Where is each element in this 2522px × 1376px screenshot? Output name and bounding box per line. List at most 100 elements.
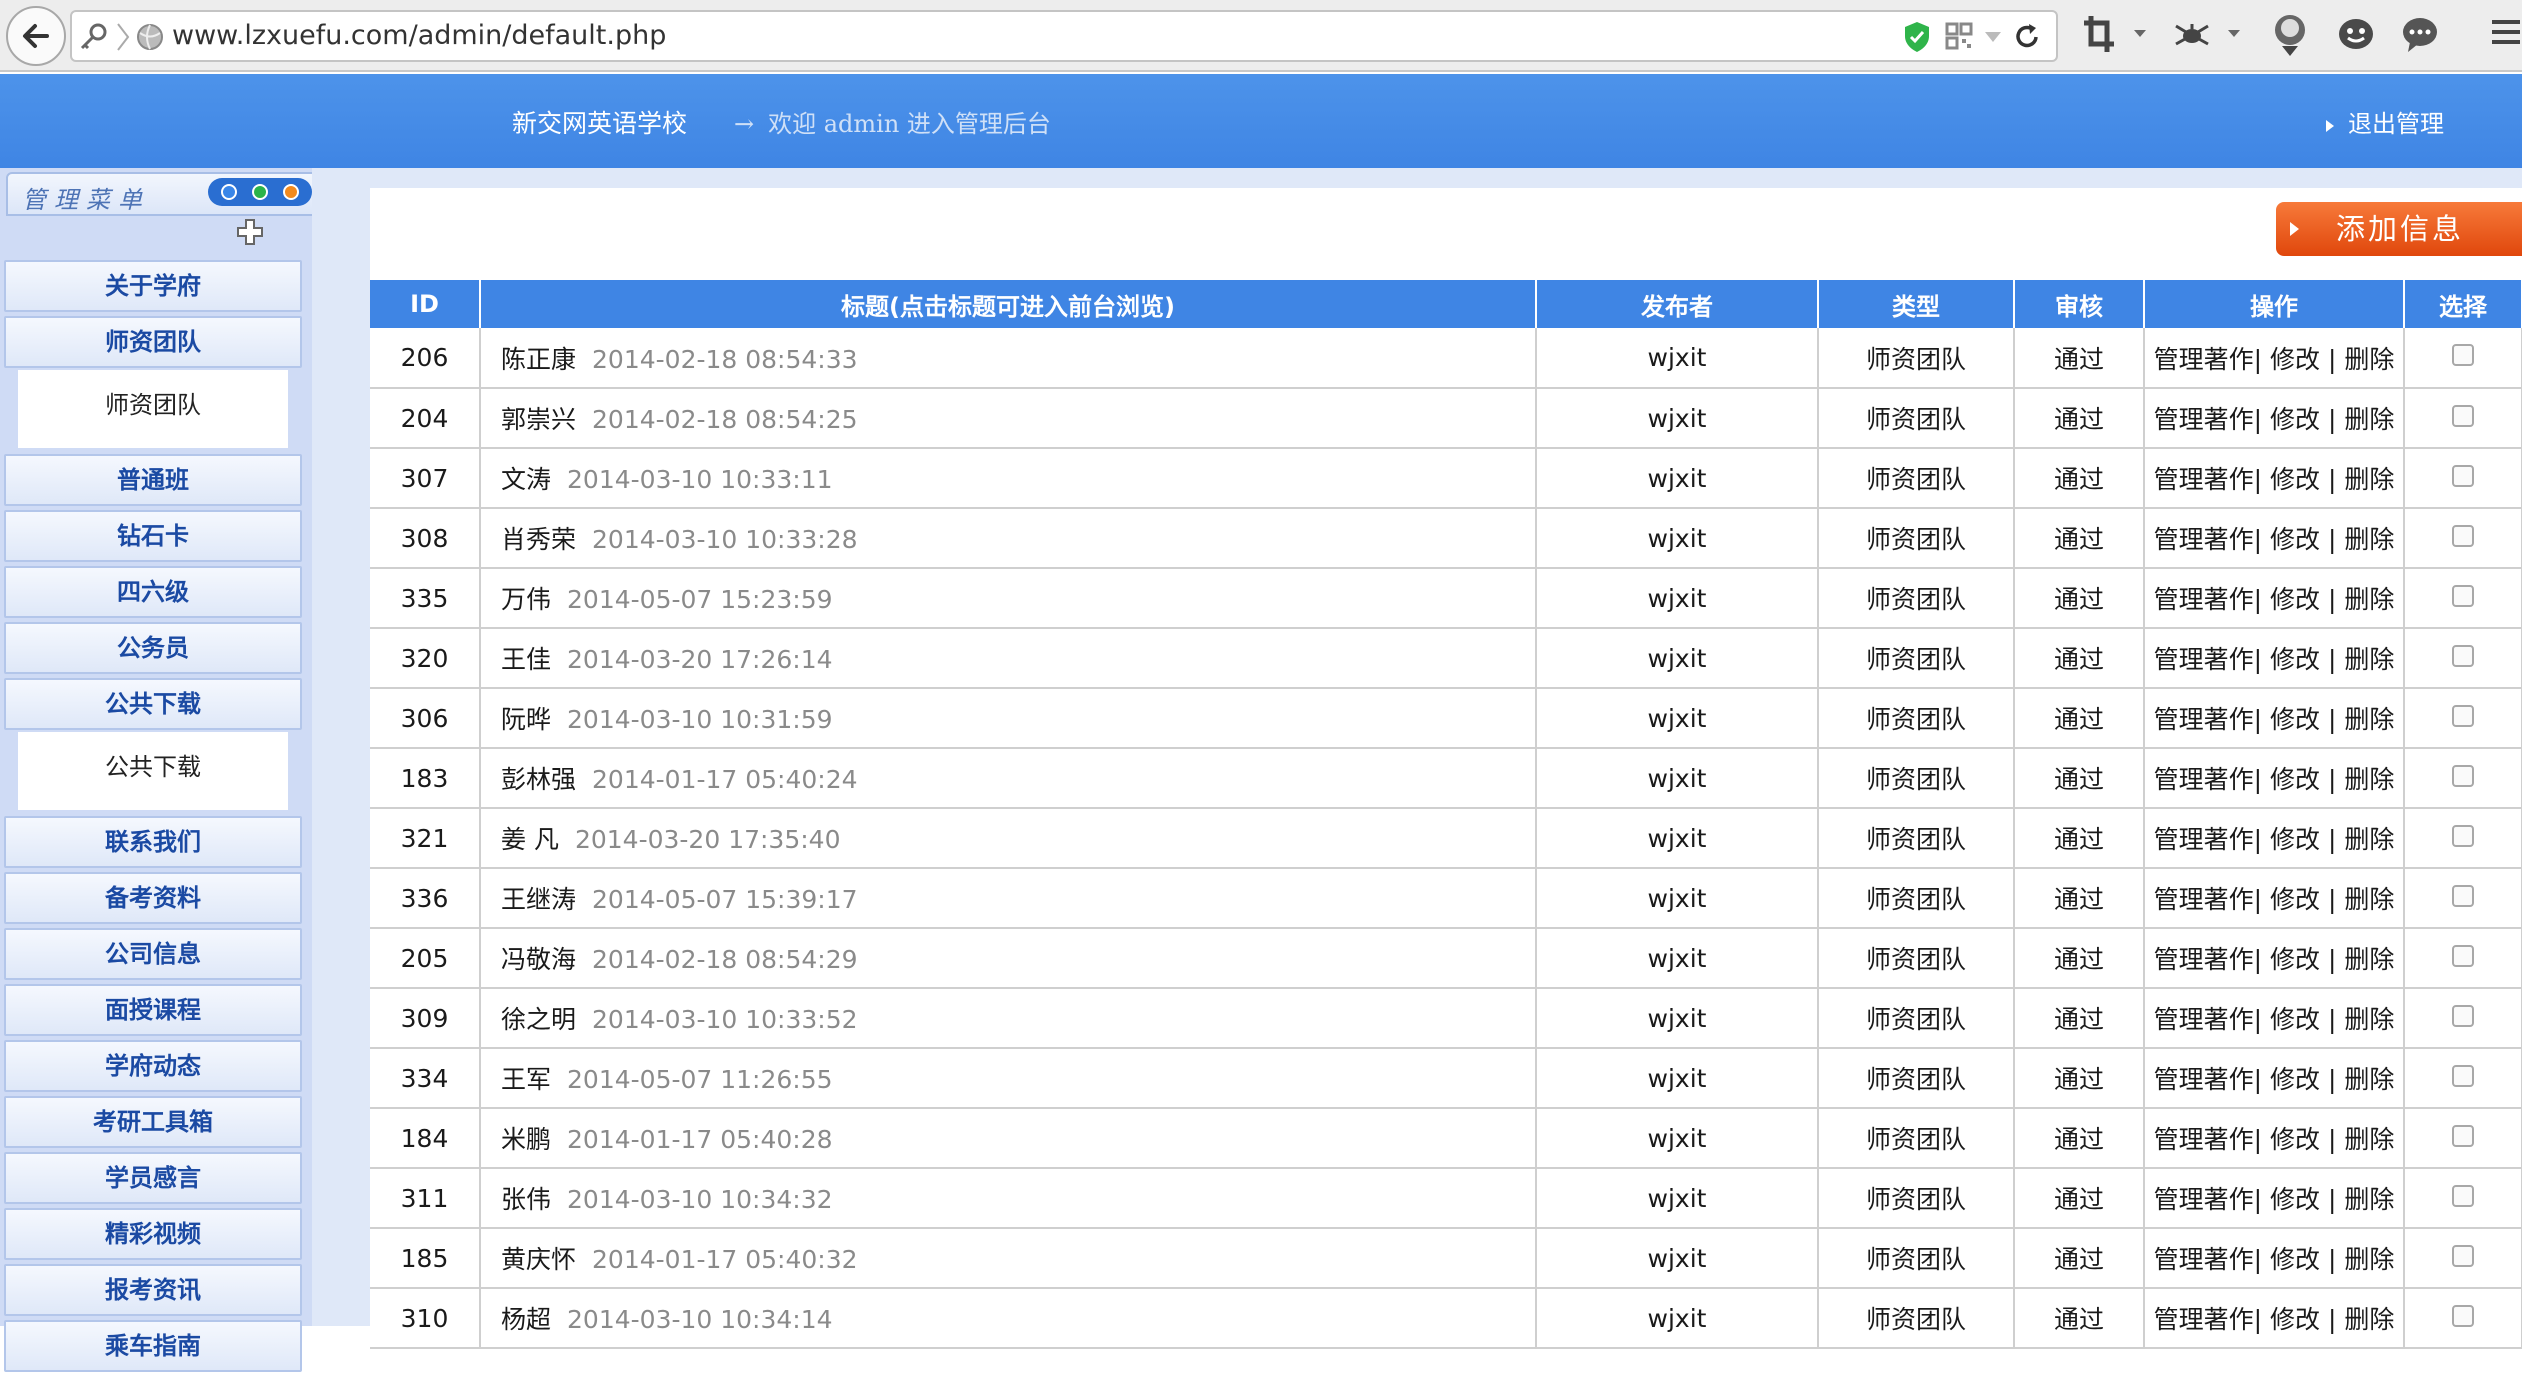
address-bar[interactable]: www.lzxuefu.com/admin/default.php [70, 10, 2058, 62]
sidebar-item[interactable]: 报考资讯 [4, 1264, 302, 1316]
row-title-name[interactable]: 文涛 [501, 465, 551, 494]
back-button[interactable] [6, 6, 66, 66]
manage-works-link[interactable]: 管理著作 [2154, 525, 2254, 554]
row-title[interactable]: 冯敬海 2014-02-18 08:54:29 [480, 928, 1537, 989]
sidebar-item[interactable]: 学府动态 [4, 1040, 302, 1092]
manage-works-link[interactable]: 管理著作 [2154, 885, 2254, 914]
sidebar-item[interactable]: 学员感言 [4, 1152, 302, 1204]
manage-works-link[interactable]: 管理著作 [2154, 645, 2254, 674]
delete-link[interactable]: 删除 [2344, 345, 2394, 374]
manage-works-link[interactable]: 管理著作 [2154, 1005, 2254, 1034]
delete-link[interactable]: 删除 [2344, 1125, 2394, 1154]
row-checkbox[interactable] [2452, 1004, 2474, 1027]
row-checkbox[interactable] [2452, 404, 2474, 427]
row-checkbox[interactable] [2452, 344, 2474, 366]
edit-link[interactable]: 修改 [2270, 945, 2320, 974]
row-checkbox[interactable] [2452, 524, 2474, 547]
row-title-name[interactable]: 张伟 [501, 1185, 551, 1214]
manage-works-link[interactable]: 管理著作 [2154, 585, 2254, 614]
sidebar-item[interactable]: 四六级 [4, 566, 302, 618]
edit-link[interactable]: 修改 [2270, 885, 2320, 914]
edit-link[interactable]: 修改 [2270, 1005, 2320, 1034]
row-title[interactable]: 阮晔 2014-03-10 10:31:59 [480, 688, 1537, 749]
row-title[interactable]: 文涛 2014-03-10 10:33:11 [480, 448, 1537, 509]
row-title-name[interactable]: 王佳 [501, 645, 551, 674]
menu-icon[interactable] [2490, 12, 2522, 56]
qrcode-icon[interactable] [1944, 20, 1974, 54]
edit-link[interactable]: 修改 [2270, 1125, 2320, 1154]
sidebar-subitem[interactable]: 公共下载 [4, 730, 302, 812]
dot-green-icon[interactable] [251, 184, 268, 200]
row-title[interactable]: 郭崇兴 2014-02-18 08:54:25 [480, 388, 1537, 449]
row-title-name[interactable]: 姜 凡 [501, 825, 559, 854]
manage-works-link[interactable]: 管理著作 [2154, 1125, 2254, 1154]
edit-link[interactable]: 修改 [2270, 1065, 2320, 1094]
edit-link[interactable]: 修改 [2270, 585, 2320, 614]
row-title-name[interactable]: 冯敬海 [501, 945, 576, 974]
sidebar-item[interactable]: 师资团队 [4, 316, 302, 368]
smiley-icon[interactable] [2336, 12, 2376, 56]
row-checkbox[interactable] [2452, 944, 2474, 967]
sidebar-item[interactable]: 乘车指南 [4, 1320, 302, 1372]
edit-link[interactable]: 修改 [2270, 345, 2320, 374]
dropdown-arrow-icon[interactable] [1982, 20, 2004, 54]
row-title[interactable]: 陈正康 2014-02-18 08:54:33 [480, 328, 1537, 389]
edit-link[interactable]: 修改 [2270, 525, 2320, 554]
manage-works-link[interactable]: 管理著作 [2154, 765, 2254, 794]
delete-link[interactable]: 删除 [2344, 1245, 2394, 1274]
row-title-name[interactable]: 徐之明 [501, 1005, 576, 1034]
row-title[interactable]: 王佳 2014-03-20 17:26:14 [480, 628, 1537, 689]
dropdown-arrow-icon[interactable] [2226, 12, 2242, 56]
dot-orange-icon[interactable] [282, 184, 299, 200]
row-title[interactable]: 杨超 2014-03-10 10:34:14 [480, 1288, 1537, 1349]
row-title-name[interactable]: 黄庆怀 [501, 1245, 576, 1274]
row-title-name[interactable]: 万伟 [501, 585, 551, 614]
manage-works-link[interactable]: 管理著作 [2154, 825, 2254, 854]
manage-works-link[interactable]: 管理著作 [2154, 405, 2254, 434]
sidebar-item[interactable]: 钻石卡 [4, 510, 302, 562]
edit-link[interactable]: 修改 [2270, 405, 2320, 434]
row-title[interactable]: 万伟 2014-05-07 15:23:59 [480, 568, 1537, 629]
sidebar-item[interactable]: 公共下载 [4, 678, 302, 730]
row-title-name[interactable]: 陈正康 [501, 345, 576, 374]
row-title-name[interactable]: 肖秀荣 [501, 525, 576, 554]
logout-label[interactable]: 退出管理 [2348, 110, 2444, 138]
sidebar-item[interactable]: 面授课程 [4, 984, 302, 1036]
shield-icon[interactable] [1902, 20, 1932, 54]
sidebar-item[interactable]: 公务员 [4, 622, 302, 674]
row-title[interactable]: 徐之明 2014-03-10 10:33:52 [480, 988, 1537, 1049]
add-info-label[interactable]: 添加信息 [2336, 212, 2464, 246]
row-title-name[interactable]: 郭崇兴 [501, 405, 576, 434]
row-title[interactable]: 彭林强 2014-01-17 05:40:24 [480, 748, 1537, 809]
edit-link[interactable]: 修改 [2270, 1305, 2320, 1334]
sidebar-item[interactable]: 公司信息 [4, 928, 302, 980]
delete-link[interactable]: 删除 [2344, 885, 2394, 914]
dropdown-arrow-icon[interactable] [2132, 12, 2148, 56]
row-checkbox[interactable] [2452, 1244, 2474, 1267]
row-checkbox[interactable] [2452, 884, 2474, 907]
row-title-name[interactable]: 米鹏 [501, 1125, 551, 1154]
edit-link[interactable]: 修改 [2270, 705, 2320, 734]
delete-link[interactable]: 删除 [2344, 585, 2394, 614]
sidebar-item[interactable]: 备考资料 [4, 872, 302, 924]
delete-link[interactable]: 删除 [2344, 645, 2394, 674]
reload-icon[interactable] [2012, 20, 2042, 54]
row-title[interactable]: 米鹏 2014-01-17 05:40:28 [480, 1108, 1537, 1169]
delete-link[interactable]: 删除 [2344, 525, 2394, 554]
row-checkbox[interactable] [2452, 1124, 2474, 1147]
sidebar-item[interactable]: 考研工具箱 [4, 1096, 302, 1148]
row-title-name[interactable]: 彭林强 [501, 765, 576, 794]
delete-link[interactable]: 删除 [2344, 465, 2394, 494]
delete-link[interactable]: 删除 [2344, 1065, 2394, 1094]
delete-link[interactable]: 删除 [2344, 405, 2394, 434]
manage-works-link[interactable]: 管理著作 [2154, 1065, 2254, 1094]
edit-link[interactable]: 修改 [2270, 465, 2320, 494]
delete-link[interactable]: 删除 [2344, 825, 2394, 854]
manage-works-link[interactable]: 管理著作 [2154, 1245, 2254, 1274]
row-title[interactable]: 王继涛 2014-05-07 15:39:17 [480, 868, 1537, 929]
chat-icon[interactable] [2400, 12, 2440, 56]
row-checkbox[interactable] [2452, 644, 2474, 667]
crop-icon[interactable] [2082, 12, 2116, 56]
delete-link[interactable]: 删除 [2344, 1305, 2394, 1334]
row-title[interactable]: 张伟 2014-03-10 10:34:32 [480, 1168, 1537, 1229]
